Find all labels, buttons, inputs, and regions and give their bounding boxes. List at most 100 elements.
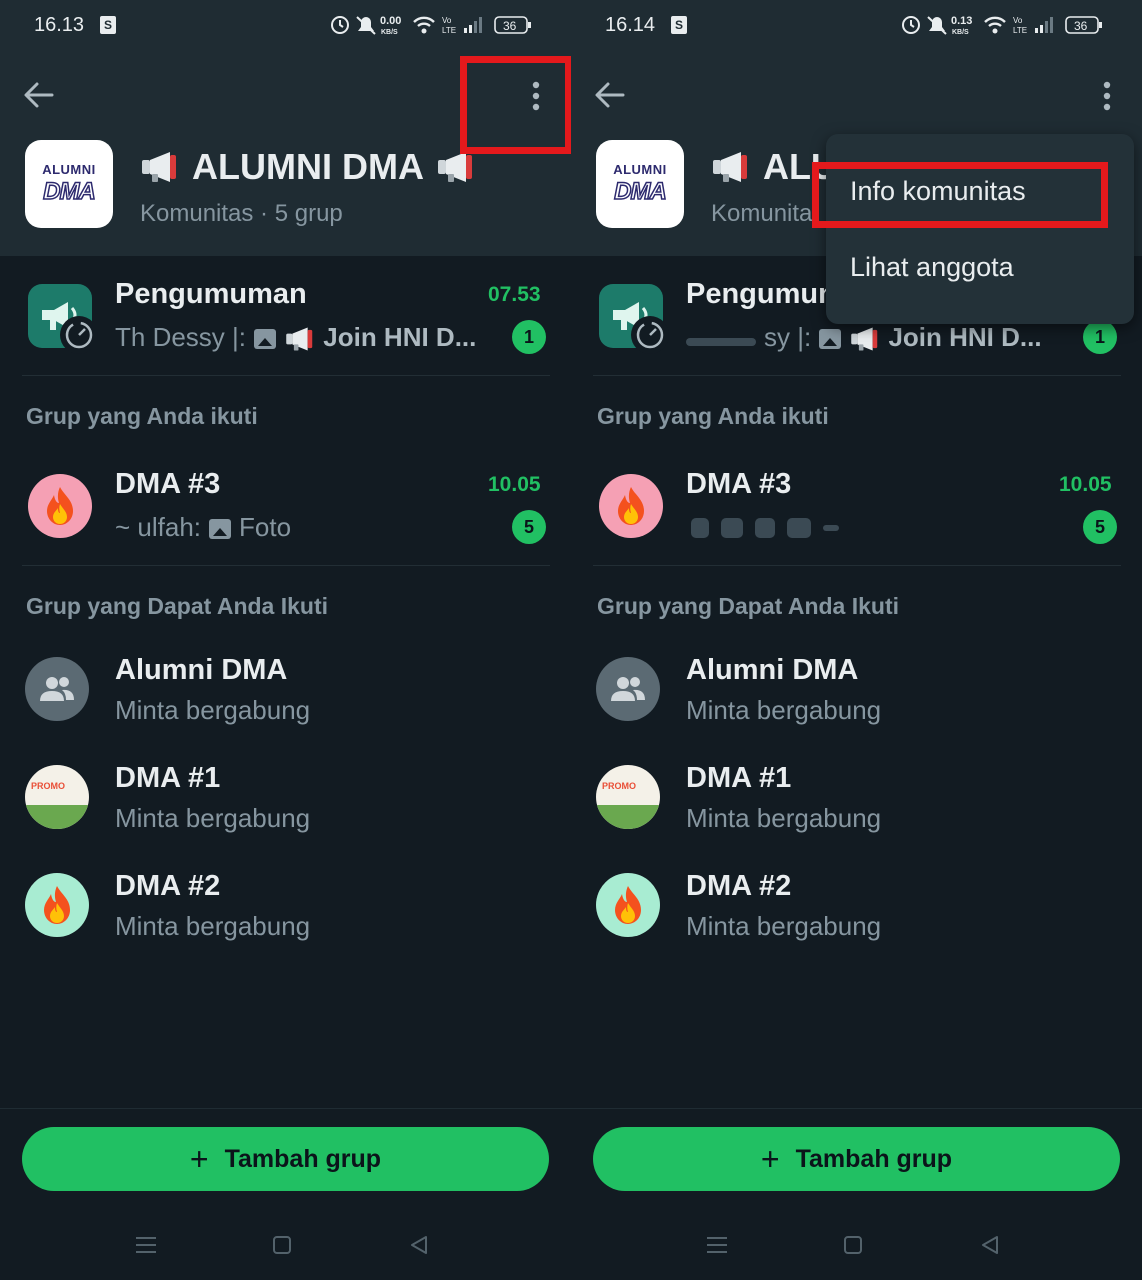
recent-apps-icon[interactable] <box>707 1236 727 1254</box>
add-group-button[interactable]: + Tambah grup <box>22 1127 549 1191</box>
preview-text: Foto <box>239 512 292 542</box>
net-speed: 0.13 <box>951 15 972 27</box>
join-request-status: Minta bergabung <box>115 911 311 941</box>
join-request-status: Minta bergabung <box>686 695 882 725</box>
obscured-text <box>686 338 756 346</box>
nav-back-icon[interactable] <box>981 1236 999 1254</box>
announcement-preview: sy |: Join HNI D... <box>686 322 1042 353</box>
back-arrow-icon[interactable] <box>593 80 627 110</box>
status-icons: 0.13 KB/S Vo LTE 36 <box>901 13 1106 37</box>
group-name[interactable]: Alumni DMA <box>115 654 287 687</box>
community-logo: ALUMNI DMA <box>596 140 684 228</box>
group-time: 10.05 <box>488 473 541 496</box>
logo-text-bottom: DMA <box>42 177 96 206</box>
fire-icon <box>41 885 73 925</box>
join-request-status: Minta bergabung <box>115 803 311 833</box>
megaphone-icon <box>711 150 751 184</box>
panel-before: 16.13 S 0.00 KB/S Vo LTE 36 ALUMNI DMA A… <box>0 0 571 1280</box>
unread-count-badge: 5 <box>1083 510 1117 544</box>
net-unit: KB/S <box>952 29 969 36</box>
shopping-bag-icon: S <box>671 16 687 34</box>
promo-grass <box>596 805 660 829</box>
group-name[interactable]: DMA #1 <box>686 762 791 795</box>
group-avatar <box>599 474 663 538</box>
divider <box>593 375 1121 376</box>
svg-text:Vo: Vo <box>1013 16 1023 25</box>
image-icon <box>254 329 277 350</box>
group-avatar: PROMO <box>596 765 660 829</box>
plus-icon: + <box>189 1140 209 1177</box>
menu-item-lihat-anggota[interactable]: Lihat anggota <box>850 252 1014 283</box>
megaphone-icon <box>436 150 476 184</box>
announcement-title: Pengumuman <box>115 278 307 310</box>
svg-text:LTE: LTE <box>1013 26 1027 35</box>
group-name[interactable]: DMA #1 <box>115 762 220 795</box>
community-subtitle: Komunita <box>711 200 813 227</box>
recent-apps-icon[interactable] <box>136 1236 156 1254</box>
fire-icon <box>44 486 76 526</box>
unread-count-badge: 5 <box>512 510 546 544</box>
megaphone-icon <box>284 326 316 352</box>
group-avatar: PROMO <box>25 765 89 829</box>
join-request-status: Minta bergabung <box>115 695 311 725</box>
announcement-title: Pengumun <box>686 278 836 310</box>
image-icon <box>819 329 842 350</box>
group-name[interactable]: Alumni DMA <box>686 654 858 687</box>
shopping-bag-icon: S <box>100 16 116 34</box>
section-available-label: Grup yang Dapat Anda Ikuti <box>597 593 900 619</box>
unread-count-badge: 1 <box>512 320 546 354</box>
announcement-preview: Th Dessy |: Join HNI D... <box>115 322 476 353</box>
net-speed: 0.00 <box>380 15 401 27</box>
announcement-time: 07.53 <box>488 283 541 306</box>
logo-text-top: ALUMNI <box>42 162 96 177</box>
highlight-box-menu <box>460 56 571 154</box>
group-name[interactable]: DMA #3 <box>686 468 791 501</box>
add-group-button[interactable]: + Tambah grup <box>593 1127 1120 1191</box>
preview-sender: ~ ulfah: <box>115 512 202 542</box>
group-name[interactable]: DMA #3 <box>115 468 220 501</box>
people-icon <box>40 677 74 701</box>
plus-icon: + <box>760 1140 780 1177</box>
unread-count-badge: 1 <box>1083 320 1117 354</box>
svg-text:Vo: Vo <box>442 16 452 25</box>
preview-sender: Th Dessy |: <box>115 322 247 352</box>
group-avatar <box>596 657 660 721</box>
megaphone-icon <box>849 326 881 352</box>
svg-text:LTE: LTE <box>442 26 456 35</box>
divider <box>22 375 550 376</box>
people-icon <box>611 677 645 701</box>
image-icon <box>209 519 232 540</box>
add-group-label: Tambah grup <box>795 1144 953 1173</box>
group-name[interactable]: DMA #2 <box>115 870 220 903</box>
community-title-text: ALUMNI DMA <box>192 146 424 187</box>
battery-level: 36 <box>503 19 517 33</box>
preview-sender: sy |: <box>764 322 812 352</box>
back-arrow-icon[interactable] <box>22 80 56 110</box>
status-icons: 0.00 KB/S Vo LTE 36 <box>330 13 535 37</box>
preview-text: Join HNI D... <box>323 322 477 352</box>
group-avatar <box>596 873 660 937</box>
section-available-label: Grup yang Dapat Anda Ikuti <box>26 593 329 619</box>
community-subtitle: Komunitas · 5 grup <box>140 200 343 227</box>
preview-text: Join HNI D... <box>888 322 1042 352</box>
status-time: 16.14 <box>605 14 656 36</box>
logo-text-top: ALUMNI <box>613 162 667 177</box>
group-preview: ~ ulfah: Foto <box>115 512 291 543</box>
more-options-icon[interactable] <box>1097 80 1117 112</box>
group-avatar <box>25 657 89 721</box>
home-icon[interactable] <box>273 1236 291 1254</box>
divider <box>593 565 1121 566</box>
promo-label: PROMO <box>31 781 66 791</box>
status-bar: 16.13 S 0.00 KB/S Vo LTE 36 <box>0 0 571 50</box>
group-name[interactable]: DMA #2 <box>686 870 791 903</box>
battery-level: 36 <box>1074 19 1088 33</box>
timer-icon <box>60 316 98 354</box>
nav-back-icon[interactable] <box>410 1236 428 1254</box>
home-icon[interactable] <box>844 1236 862 1254</box>
community-logo: ALUMNI DMA <box>25 140 113 228</box>
timer-icon <box>631 316 669 354</box>
status-bar: 16.14 S 0.13 KB/S Vo LTE 36 <box>571 0 1142 50</box>
obscured-preview <box>691 518 839 538</box>
join-request-status: Minta bergabung <box>686 803 882 833</box>
logo-text-bottom: DMA <box>613 177 667 206</box>
